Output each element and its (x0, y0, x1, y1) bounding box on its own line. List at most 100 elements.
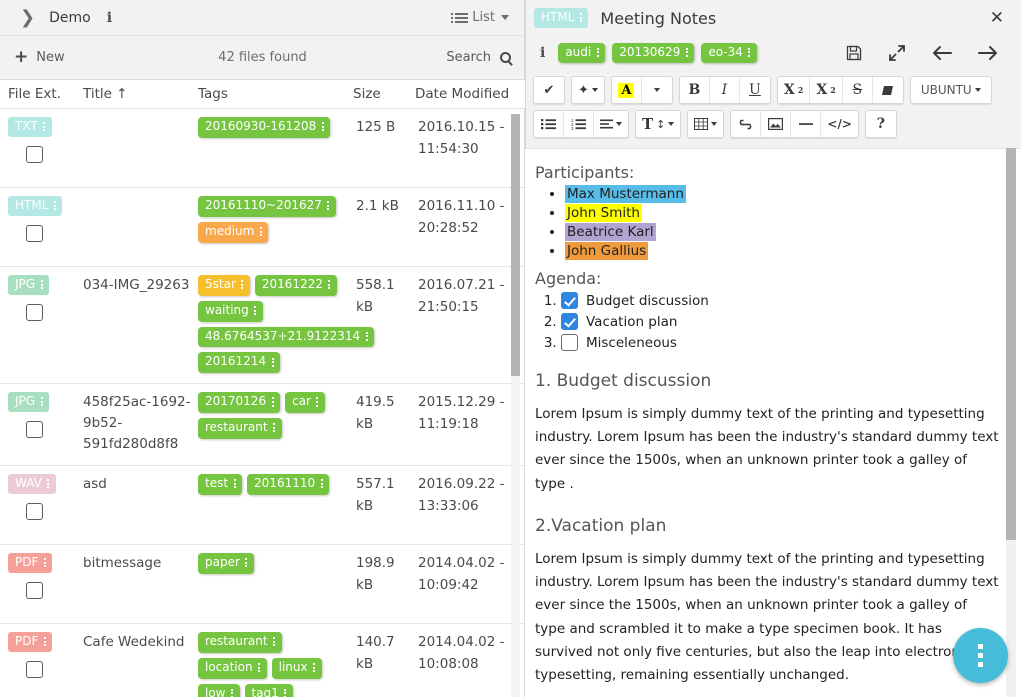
subscript-button[interactable]: X2 (810, 77, 842, 103)
more-vertical-icon[interactable] (259, 226, 262, 238)
file-ext-badge[interactable]: PDF (8, 632, 52, 652)
confirm-check-button[interactable]: ✔ (534, 77, 564, 103)
table-row[interactable]: HTML20161110~201627medium2.1 kB2016.11.1… (0, 188, 525, 267)
tag-pill[interactable]: linux (272, 658, 322, 679)
more-vertical-icon[interactable] (40, 278, 43, 290)
tag-pill[interactable]: 20161222 (255, 275, 337, 296)
more-vertical-icon[interactable] (258, 661, 261, 673)
new-file-button[interactable]: + New (0, 49, 65, 66)
clear-format-button[interactable] (873, 77, 903, 103)
editor-file-ext-badge[interactable]: HTML (534, 8, 588, 28)
search-button[interactable]: Search (446, 50, 511, 65)
insert-link-button[interactable] (731, 111, 761, 137)
tag-pill[interactable]: 48.6764537+21.9122314 (198, 327, 374, 348)
table-row[interactable]: TXT20160930-161208125 B2016.10.15 - 11:5… (0, 109, 525, 188)
view-mode-dropdown[interactable]: List (455, 10, 515, 25)
italic-button[interactable]: I (710, 77, 740, 103)
tag-pill[interactable]: paper (198, 553, 254, 574)
table-row[interactable]: JPG034-IMG_292635star20161222waiting48.6… (0, 267, 525, 384)
more-vertical-icon[interactable] (47, 477, 50, 489)
tag-pill[interactable]: medium (198, 222, 268, 243)
tag-pill[interactable]: 20161214 (198, 352, 280, 373)
tag-pill[interactable]: audi (558, 43, 605, 64)
tag-pill[interactable]: low (198, 684, 240, 697)
ordered-list-button[interactable]: 123 (564, 111, 594, 137)
tag-pill[interactable]: location (198, 658, 267, 679)
file-ext-badge[interactable]: WAV (8, 474, 56, 494)
chevron-right-icon[interactable]: ❯ (10, 9, 43, 27)
note-document-body[interactable]: Participants: Max MustermannJohn SmithBe… (525, 149, 1021, 697)
tag-pill[interactable]: test (198, 474, 242, 495)
more-vertical-icon[interactable] (254, 305, 257, 317)
more-vertical-icon[interactable] (271, 356, 274, 368)
tag-pill[interactable]: restaurant (198, 418, 282, 439)
magic-format-button[interactable]: ✦ (572, 77, 604, 103)
font-family-dropdown[interactable]: UBUNTU (911, 77, 991, 103)
forward-arrow-icon[interactable] (978, 45, 998, 61)
text-align-dropdown[interactable] (594, 111, 628, 137)
insert-image-button[interactable] (761, 111, 791, 137)
agenda-checkbox[interactable] (561, 292, 578, 309)
table-row[interactable]: PDFbitmessagepaper198.9 kB2014.04.02 - 1… (0, 545, 525, 624)
more-vertical-icon[interactable] (284, 687, 287, 697)
more-vertical-icon[interactable] (321, 121, 324, 133)
tag-pill[interactable]: 20161110 (247, 474, 329, 495)
back-arrow-icon[interactable] (932, 45, 952, 61)
row-select-checkbox[interactable] (26, 582, 43, 599)
more-vertical-icon[interactable] (53, 199, 56, 211)
bold-button[interactable]: B (680, 77, 710, 103)
unordered-list-button[interactable] (534, 111, 564, 137)
more-vertical-icon[interactable] (320, 478, 323, 490)
more-vertical-icon[interactable] (43, 120, 46, 132)
breadcrumb[interactable]: Demo (49, 10, 91, 26)
file-ext-badge[interactable]: TXT (8, 117, 52, 137)
row-select-checkbox[interactable] (26, 225, 43, 242)
table-row[interactable]: JPG458f25ac-1692-9b52-591fd280d8f8201701… (0, 384, 525, 466)
more-vertical-icon[interactable] (245, 557, 248, 569)
more-vertical-icon[interactable] (241, 279, 244, 291)
editor-scrollbar-thumb[interactable] (1006, 148, 1016, 540)
row-select-checkbox[interactable] (26, 503, 43, 520)
tag-pill[interactable]: 20161110~201627 (198, 196, 336, 217)
more-vertical-icon[interactable] (273, 636, 276, 648)
column-header-size[interactable]: Size (353, 86, 415, 102)
more-vertical-icon[interactable] (579, 11, 582, 23)
source-code-button[interactable]: </> (821, 111, 858, 137)
tag-pill[interactable]: tag1 (245, 684, 293, 697)
tag-pill[interactable]: 20130629 (612, 43, 694, 64)
tag-pill[interactable]: 5star (198, 275, 250, 296)
strikethrough-button[interactable]: S (843, 77, 873, 103)
info-icon[interactable]: i (107, 10, 112, 26)
horizontal-rule-button[interactable] (791, 111, 821, 137)
text-size-dropdown[interactable]: T↕ (636, 111, 680, 137)
file-ext-badge[interactable]: JPG (8, 392, 49, 412)
tag-pill[interactable]: waiting (198, 301, 263, 322)
close-icon[interactable]: ✕ (990, 10, 1012, 27)
table-row[interactable]: WAVasdtest20161110557.1 kB2016.09.22 - 1… (0, 466, 525, 545)
more-vertical-icon[interactable] (748, 46, 751, 58)
file-list-scrollbar-thumb[interactable] (511, 114, 520, 376)
column-header-date[interactable]: Date Modified (415, 86, 515, 102)
tag-pill[interactable]: 20160930-161208 (198, 117, 330, 138)
more-vertical-icon[interactable] (271, 396, 274, 408)
column-header-tags[interactable]: Tags (198, 86, 353, 102)
tag-pill[interactable]: eo-34 (701, 43, 757, 64)
row-select-checkbox[interactable] (26, 304, 43, 321)
more-vertical-icon[interactable] (596, 46, 599, 58)
expand-icon[interactable] (888, 44, 906, 62)
more-vertical-icon[interactable] (316, 396, 319, 408)
more-vertical-icon[interactable] (313, 661, 316, 673)
more-vertical-icon[interactable] (685, 46, 688, 58)
file-ext-badge[interactable]: PDF (8, 553, 52, 573)
table-row[interactable]: PDFCafe Wedekindrestaurantlocationlinuxl… (0, 624, 525, 697)
file-list-scrollbar[interactable] (511, 114, 520, 697)
row-select-checkbox[interactable] (26, 661, 43, 678)
insert-table-dropdown[interactable] (688, 111, 723, 137)
row-select-checkbox[interactable] (26, 146, 43, 163)
column-header-title[interactable]: Title ↑ (83, 86, 198, 102)
more-options-fab[interactable] (953, 628, 1008, 683)
tag-pill[interactable]: 20170126 (198, 392, 280, 413)
save-icon[interactable] (846, 45, 862, 61)
more-vertical-icon[interactable] (233, 478, 236, 490)
file-ext-badge[interactable]: JPG (8, 275, 49, 295)
